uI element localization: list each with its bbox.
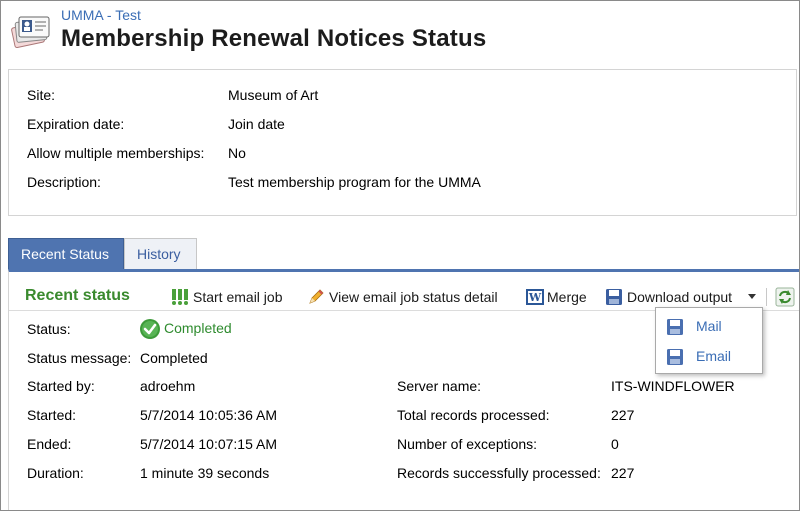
refresh-button[interactable] — [775, 287, 795, 307]
detail-label: Description: — [27, 174, 101, 190]
program-details: Site: Museum of Art Expiration date: Joi… — [8, 69, 797, 216]
server-name-value: ITS-WINDFLOWER — [611, 378, 735, 394]
app-window: UMMA - Test Membership Renewal Notices S… — [0, 0, 800, 511]
records-success-value: 227 — [611, 465, 635, 481]
toolbar: Recent status Start email job View email… — [9, 272, 799, 311]
membership-cards-icon — [11, 11, 51, 51]
download-output-button[interactable]: Download output — [605, 286, 760, 308]
save-icon — [667, 319, 683, 335]
detail-label: Site: — [27, 87, 56, 103]
pencil-icon — [309, 289, 324, 304]
download-output-menu: Mail Email — [655, 307, 763, 374]
started-by-value: adroehm — [140, 378, 196, 394]
menu-item-mail[interactable]: Mail — [656, 312, 762, 340]
exceptions-label: Number of exceptions: — [397, 436, 538, 452]
detail-value: No — [228, 145, 246, 161]
detail-label: Allow multiple memberships: — [27, 145, 205, 161]
duration-value: 1 minute 39 seconds — [140, 465, 270, 481]
duration-label: Duration: — [27, 465, 84, 481]
start-email-job-label: Start email job — [193, 289, 283, 305]
page-title: Membership Renewal Notices Status — [61, 25, 487, 52]
word-icon: W — [526, 289, 544, 305]
view-email-job-status-label: View email job status detail — [329, 289, 498, 305]
refresh-icon — [775, 287, 795, 307]
detail-value: Join date — [228, 116, 285, 132]
status-message-value: Completed — [140, 350, 208, 366]
total-records-label: Total records processed: — [397, 407, 550, 423]
status-message-label: Status message: — [27, 350, 132, 366]
records-success-label: Records successfully processed: — [397, 465, 601, 481]
status-label: Status: — [27, 321, 71, 337]
page-header: UMMA - Test Membership Renewal Notices S… — [1, 1, 799, 67]
recent-status-panel: Recent status Start email job View email… — [8, 269, 799, 510]
tab-history[interactable]: History — [124, 238, 197, 269]
svg-text:W: W — [528, 291, 542, 304]
menu-item-label: Mail — [696, 318, 722, 334]
detail-label: Expiration date: — [27, 116, 125, 132]
detail-value: Museum of Art — [228, 87, 319, 103]
section-title: Recent status — [25, 287, 130, 304]
ended-value: 5/7/2014 10:07:15 AM — [140, 436, 277, 452]
exceptions-value: 0 — [611, 436, 619, 452]
status-value: Completed — [164, 320, 232, 336]
detail-value: Test membership program for the UMMA — [228, 174, 481, 190]
check-circle-icon — [140, 319, 160, 339]
save-icon — [667, 349, 683, 365]
menu-item-label: Email — [696, 348, 732, 364]
download-output-label: Download output — [627, 289, 733, 305]
chevron-down-icon — [748, 294, 756, 299]
menu-item-email[interactable]: Email — [656, 342, 762, 370]
started-value: 5/7/2014 10:05:36 AM — [140, 407, 277, 423]
started-label: Started: — [27, 407, 77, 423]
tab-recent-status[interactable]: Recent Status — [8, 238, 124, 269]
total-records-value: 227 — [611, 407, 635, 423]
merge-label: Merge — [547, 289, 587, 305]
ended-label: Ended: — [27, 436, 72, 452]
save-icon — [606, 289, 622, 305]
toolbar-separator — [766, 288, 767, 306]
started-by-label: Started by: — [27, 378, 95, 394]
server-name-label: Server name: — [397, 378, 482, 394]
breadcrumb-link[interactable]: UMMA - Test — [61, 7, 141, 23]
start-email-job-icon — [172, 289, 188, 305]
